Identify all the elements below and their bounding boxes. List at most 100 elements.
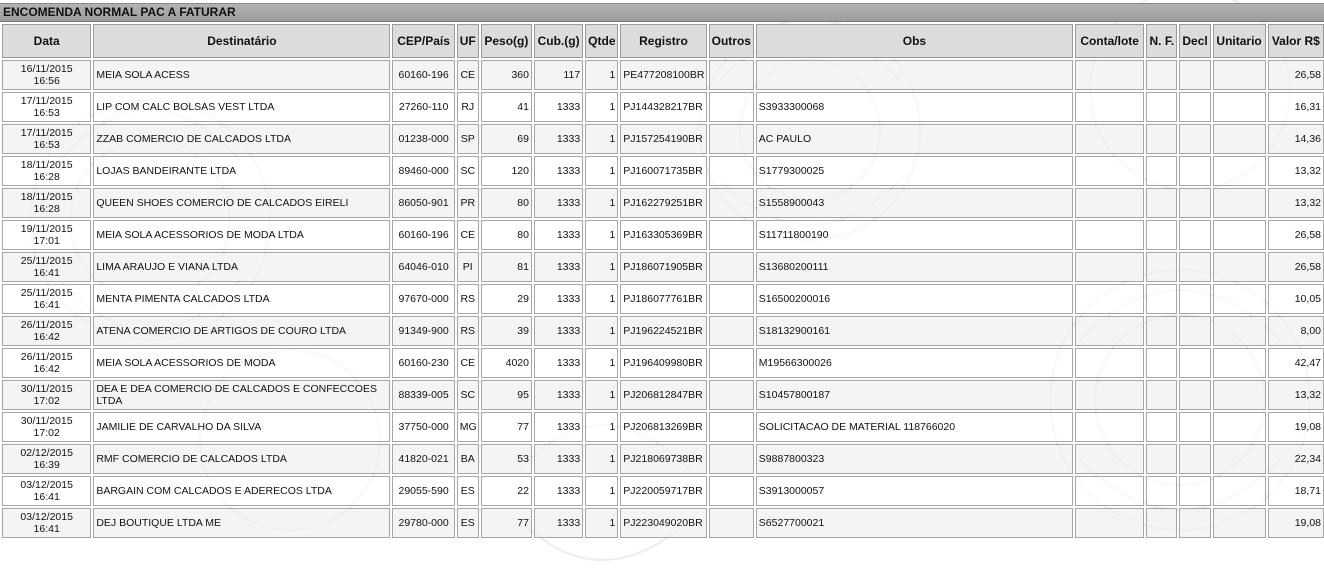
cell-destinatario: MEIA SOLA ACESS — [93, 60, 391, 90]
table-row[interactable]: 25/11/2015 16:41 MENTA PIMENTA CALCADOS LT… — [2, 284, 1324, 314]
cell-uf: SC — [456, 380, 479, 410]
cell-nf — [1146, 156, 1178, 186]
date-text: 25/11/2015 — [20, 255, 73, 267]
cell-unitario — [1212, 508, 1266, 538]
col-header-cub[interactable]: Cub.(g) — [533, 24, 584, 58]
cell-unitario — [1212, 220, 1266, 250]
date-text: 17/11/2015 — [20, 127, 73, 139]
table-row[interactable]: 30/11/2015 17:02 DEA E DEA COMERCIO DE CAL… — [2, 380, 1324, 410]
col-header-unitario[interactable]: Unitario — [1212, 24, 1266, 58]
cell-cep: 64046-010 — [392, 252, 455, 282]
table-row[interactable]: 02/12/2015 16:39 RMF COMERCIO DE CALCADOS … — [2, 444, 1324, 474]
cell-qtde: 1 — [585, 220, 619, 250]
cell-conta-lote — [1075, 348, 1145, 378]
table-row[interactable]: 19/11/2015 17:01 MEIA SOLA ACESSORIOS DE M… — [2, 220, 1324, 250]
cell-destinatario: JAMILIE DE CARVALHO DA SILVA — [93, 412, 391, 442]
table-row[interactable]: 17/11/2015 16:53 LIP COM CALC BOLSAS VEST … — [2, 92, 1324, 122]
time-text: 17:01 — [33, 235, 60, 247]
cell-obs: M19566300026 — [755, 348, 1074, 378]
shipments-table: Data Destinatário CEP/País UF Peso(g) Cu… — [0, 22, 1324, 540]
cell-cep: 27260-110 — [392, 92, 455, 122]
cell-conta-lote — [1075, 252, 1145, 282]
cell-qtde: 1 — [585, 284, 619, 314]
cell-obs: S13680200111 — [755, 252, 1074, 282]
cell-outros — [708, 60, 754, 90]
cell-peso: 4020 — [480, 348, 532, 378]
col-header-decl[interactable]: Decl — [1179, 24, 1211, 58]
cell-outros — [708, 412, 754, 442]
cell-outros — [708, 316, 754, 346]
col-header-cep[interactable]: CEP/País — [392, 24, 455, 58]
cell-unitario — [1212, 92, 1266, 122]
cell-outros — [708, 284, 754, 314]
cell-unitario — [1212, 316, 1266, 346]
cell-destinatario: MENTA PIMENTA CALCADOS LTDA — [93, 284, 391, 314]
col-header-nf[interactable]: N. F. — [1146, 24, 1178, 58]
time-text: 16:39 — [33, 459, 60, 471]
cell-outros — [708, 188, 754, 218]
cell-outros — [708, 156, 754, 186]
cell-date: 30/11/2015 17:02 — [2, 412, 92, 442]
col-header-destinatario[interactable]: Destinatário — [93, 24, 391, 58]
table-row[interactable]: 18/11/2015 16:28 LOJAS BANDEIRANTE LTDA 894… — [2, 156, 1324, 186]
table-row[interactable]: 25/11/2015 16:41 LIMA ARAUJO E VIANA LTDA 6… — [2, 252, 1324, 282]
cell-valor: 22,34 — [1267, 444, 1324, 474]
cell-obs: S1779300025 — [755, 156, 1074, 186]
cell-unitario — [1212, 348, 1266, 378]
cell-qtde: 1 — [585, 348, 619, 378]
col-header-valor[interactable]: Valor R$ — [1267, 24, 1324, 58]
cell-registro: PJ223049020BR — [620, 508, 707, 538]
table-row[interactable]: 16/11/2015 16:56 MEIA SOLA ACESS 60160-196 C… — [2, 60, 1324, 90]
cell-conta-lote — [1075, 284, 1145, 314]
cell-uf: CE — [456, 60, 479, 90]
col-header-qtde[interactable]: Qtde — [585, 24, 619, 58]
time-text: 16:53 — [33, 107, 60, 119]
cell-qtde: 1 — [585, 156, 619, 186]
table-row[interactable]: 03/12/2015 16:41 DEJ BOUTIQUE LTDA ME 29780… — [2, 508, 1324, 538]
table-row[interactable]: 03/12/2015 16:41 BARGAIN COM CALCADOS E AD… — [2, 476, 1324, 506]
cell-valor: 42,47 — [1267, 348, 1324, 378]
col-header-peso[interactable]: Peso(g) — [480, 24, 532, 58]
cell-unitario — [1212, 284, 1266, 314]
col-header-uf[interactable]: UF — [456, 24, 479, 58]
cell-qtde: 1 — [585, 316, 619, 346]
table-row[interactable]: 26/11/2015 16:42 ATENA COMERCIO DE ARTIGOS… — [2, 316, 1324, 346]
table-row[interactable]: 17/11/2015 16:53 ZZAB COMERCIO DE CALCADOS… — [2, 124, 1324, 154]
table-row[interactable]: 18/11/2015 16:28 QUEEN SHOES COMERCIO DE C… — [2, 188, 1324, 218]
cell-valor: 26,58 — [1267, 220, 1324, 250]
col-header-obs[interactable]: Obs — [755, 24, 1074, 58]
cell-peso: 80 — [480, 220, 532, 250]
cell-uf: ES — [456, 476, 479, 506]
cell-qtde: 1 — [585, 508, 619, 538]
col-header-conta-lote[interactable]: Conta/lote — [1075, 24, 1145, 58]
cell-conta-lote — [1075, 412, 1145, 442]
cell-registro: PJ206812847BR — [620, 380, 707, 410]
col-header-data[interactable]: Data — [2, 24, 92, 58]
cell-cep: 37750-000 — [392, 412, 455, 442]
date-text: 03/12/2015 — [20, 511, 73, 523]
cell-valor: 26,58 — [1267, 252, 1324, 282]
cell-nf — [1146, 284, 1178, 314]
cell-nf — [1146, 412, 1178, 442]
cell-date: 25/11/2015 16:41 — [2, 284, 92, 314]
cell-nf — [1146, 220, 1178, 250]
cell-destinatario: ZZAB COMERCIO DE CALCADOS LTDA — [93, 124, 391, 154]
cell-obs — [755, 60, 1074, 90]
table-row[interactable]: 26/11/2015 16:42 MEIA SOLA ACESSORIOS DE M… — [2, 348, 1324, 378]
col-header-registro[interactable]: Registro — [620, 24, 707, 58]
cell-uf: RJ — [456, 92, 479, 122]
cell-uf: BA — [456, 444, 479, 474]
cell-registro: PJ196409980BR — [620, 348, 707, 378]
cell-registro: PJ206813269BR — [620, 412, 707, 442]
table-row[interactable]: 30/11/2015 17:02 JAMILIE DE CARVALHO DA SI… — [2, 412, 1324, 442]
cell-decl — [1179, 92, 1211, 122]
time-text: 16:41 — [33, 299, 60, 311]
cell-date: 30/11/2015 17:02 — [2, 380, 92, 410]
date-text: 03/12/2015 — [20, 479, 73, 491]
cell-unitario — [1212, 60, 1266, 90]
col-header-outros[interactable]: Outros — [708, 24, 754, 58]
cell-cub: 1333 — [533, 124, 584, 154]
cell-unitario — [1212, 188, 1266, 218]
cell-destinatario: MEIA SOLA ACESSORIOS DE MODA LTDA — [93, 220, 391, 250]
cell-obs: AC PAULO — [755, 124, 1074, 154]
